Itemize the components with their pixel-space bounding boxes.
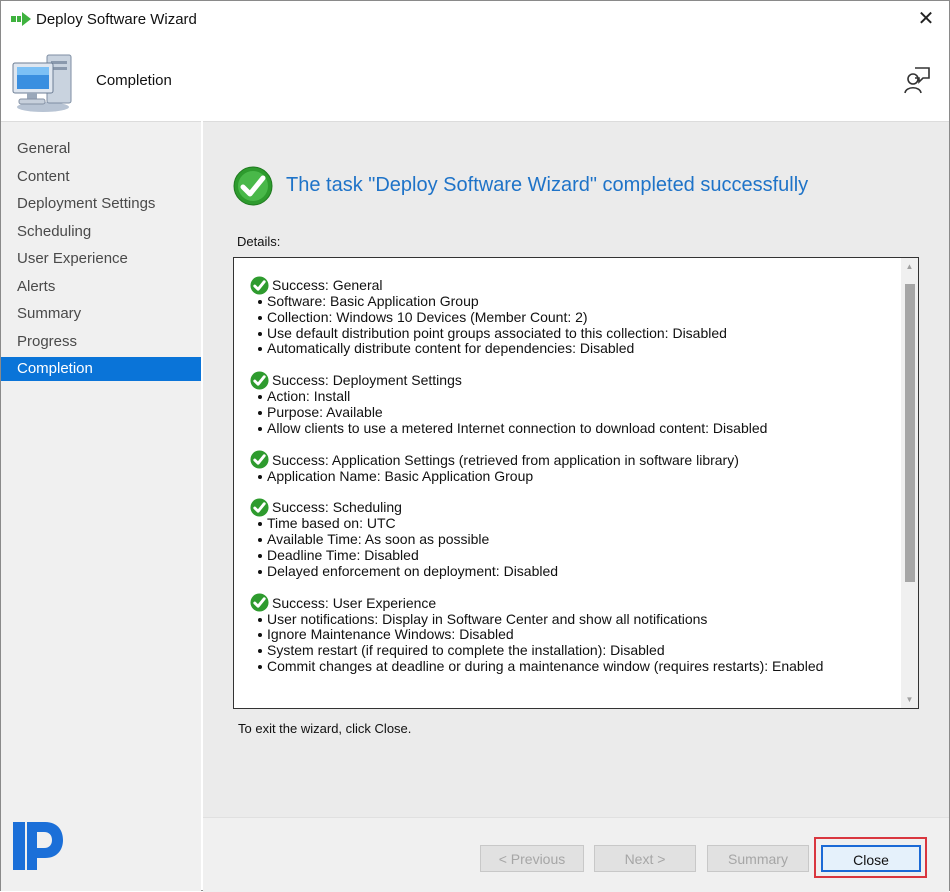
sidebar-item-deployment-settings[interactable]: Deployment Settings [1,192,201,216]
details-textbox[interactable]: Success: General Software: Basic Applica… [233,257,919,709]
brand-logo-icon [13,822,63,870]
detail-item: Action: Install [250,388,890,405]
section-title: Success: User Experience [272,594,437,611]
scroll-thumb[interactable] [905,284,915,582]
detail-item: Application Name: Basic Application Grou… [250,468,890,485]
detail-item: Automatically distribute content for dep… [250,341,890,357]
detail-item: Collection: Windows 10 Devices (Member C… [250,309,890,326]
sidebar-item-scheduling[interactable]: Scheduling [1,220,201,244]
detail-item: Allow clients to use a metered Internet … [250,420,890,437]
completion-heading: The task "Deploy Software Wizard" comple… [286,174,809,196]
detail-item: Commit changes at deadline or during a m… [250,658,890,675]
wizard-sidebar: General Content Deployment Settings Sche… [1,121,201,891]
wizard-main-panel: The task "Deploy Software Wizard" comple… [203,121,949,892]
exit-instruction: To exit the wizard, click Close. [238,721,412,736]
detail-item: Available Time: As soon as possible [250,531,890,548]
detail-item: Purpose: Available [250,404,890,421]
details-scrollbar[interactable]: ▲ ▼ [901,258,918,708]
sidebar-item-progress[interactable]: Progress [1,330,201,354]
section-user-experience: Success: User Experience User notificati… [250,593,890,675]
window-title: Deploy Software Wizard [36,11,197,28]
scroll-down-arrow-icon[interactable]: ▼ [901,691,918,708]
title-bar: Deploy Software Wizard ✕ [1,1,949,39]
detail-item: Deadline Time: Disabled [250,547,890,564]
section-scheduling: Success: Scheduling Time based on: UTC A… [250,498,890,579]
wizard-header: Completion [1,39,949,121]
summary-button[interactable]: Summary [707,845,809,872]
detail-item: Delayed enforcement on deployment: Disab… [250,563,890,580]
close-button[interactable]: Close [821,845,921,872]
detail-item: Time based on: UTC [250,516,890,532]
section-title: Success: Application Settings (retrieved… [272,451,739,468]
details-label: Details: [237,234,281,249]
previous-button[interactable]: < Previous [480,845,584,872]
detail-item: Software: Basic Application Group [250,293,890,310]
success-check-icon [250,593,269,612]
success-check-icon [250,498,269,517]
section-general: Success: General Software: Basic Applica… [250,275,890,357]
section-title: Success: Scheduling [272,499,402,516]
sidebar-item-content[interactable]: Content [1,165,201,189]
sidebar-item-user-experience[interactable]: User Experience [1,247,201,271]
sidebar-item-alerts[interactable]: Alerts [1,275,201,299]
section-application-settings: Success: Application Settings (retrieved… [250,450,890,485]
page-title: Completion [96,72,172,89]
detail-item: System restart (if required to complete … [250,642,890,659]
section-title: Success: Deployment Settings [272,372,462,389]
success-check-icon [250,371,269,390]
close-window-icon[interactable]: ✕ [915,8,937,30]
next-button[interactable]: Next > [594,845,696,872]
detail-item: User notifications: Display in Software … [250,611,890,628]
deploy-software-wizard-window: Deploy Software Wizard ✕ Completion Gene… [0,0,950,892]
sidebar-item-summary[interactable]: Summary [1,302,201,326]
success-check-icon [233,166,273,206]
sidebar-item-general[interactable]: General [1,137,201,161]
success-check-icon [250,275,269,295]
computer-icon [12,54,72,112]
details-content: Success: General Software: Basic Applica… [250,275,890,689]
scroll-up-arrow-icon[interactable]: ▲ [901,258,918,275]
section-deployment-settings: Success: Deployment Settings Action: Ins… [250,371,890,436]
wizard-footer: < Previous Next > Summary Close [203,817,949,892]
feedback-icon[interactable] [903,66,931,94]
section-title: Success: General [272,277,383,293]
sidebar-item-completion[interactable]: Completion [1,357,201,381]
detail-item: Ignore Maintenance Windows: Disabled [250,627,890,643]
green-arrow-icon [11,12,31,26]
success-check-icon [250,450,269,469]
detail-item: Use default distribution point groups as… [250,325,890,342]
